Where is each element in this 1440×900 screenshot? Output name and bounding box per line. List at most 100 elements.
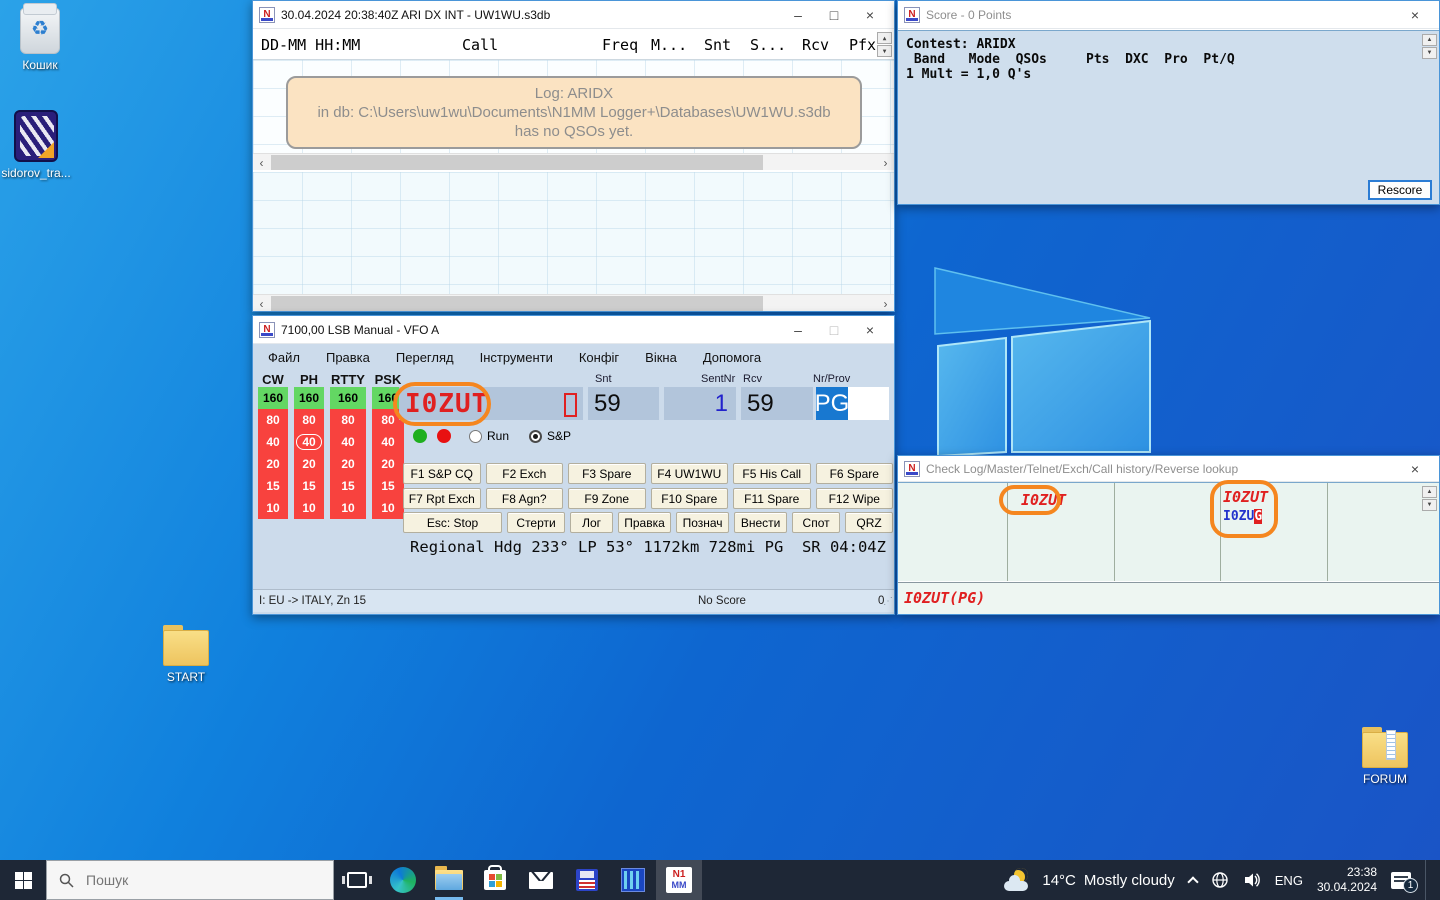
spinner-up-icon[interactable]: ▲ (877, 32, 892, 44)
band-button[interactable]: 10 (330, 497, 366, 519)
menu-help[interactable]: Допомога (703, 350, 761, 365)
notification-center-button[interactable]: 1 (1391, 872, 1411, 889)
search-input[interactable] (84, 871, 284, 889)
start-button[interactable] (0, 860, 46, 900)
menu-edit[interactable]: Правка (326, 350, 370, 365)
f4-button[interactable]: F4 UW1WU (651, 463, 729, 484)
col-pfx[interactable]: Pfx (849, 36, 876, 54)
scroll-right-icon[interactable]: › (877, 295, 894, 312)
nrprov-input[interactable]: PG (816, 387, 889, 420)
radio-checked-icon[interactable] (529, 430, 542, 443)
band-button[interactable]: 10 (294, 497, 324, 519)
band-button[interactable]: 160 (330, 387, 366, 409)
scroll-right-icon[interactable]: › (877, 154, 894, 171)
band-button[interactable]: 15 (372, 475, 404, 497)
band-button[interactable]: 80 (258, 409, 288, 431)
volume-icon[interactable] (1243, 871, 1261, 889)
band-button[interactable]: 160 (258, 387, 288, 409)
mail-button[interactable] (518, 860, 564, 900)
minimize-button[interactable]: – (780, 318, 816, 342)
n1mm-taskbar-button[interactable]: N1MM (656, 860, 702, 900)
check-partial-call[interactable]: I0ZUG (1223, 509, 1262, 524)
store-button[interactable]: Внести (734, 512, 787, 533)
desktop-icon-recycle-bin[interactable]: ♻ Кошик (2, 8, 78, 72)
col-datetime[interactable]: DD-MM HH:MM (261, 36, 360, 54)
show-desktop-button[interactable] (1425, 860, 1430, 900)
radio-unchecked-icon[interactable] (469, 430, 482, 443)
library-app-button[interactable] (610, 860, 656, 900)
clock[interactable]: 23:38 30.04.2024 (1317, 865, 1377, 895)
maximize-button[interactable]: □ (816, 3, 852, 27)
scroll-left-icon[interactable]: ‹ (253, 295, 270, 312)
edit-button[interactable]: Правка (618, 512, 671, 533)
mark-button[interactable]: Познач (676, 512, 729, 533)
wipe-button[interactable]: Стерти (507, 512, 565, 533)
network-globe-icon[interactable] (1211, 871, 1229, 889)
callsign-input[interactable]: I0ZUT (399, 387, 583, 420)
close-button[interactable]: × (1397, 458, 1433, 480)
entry-window-titlebar[interactable]: N 7100,00 LSB Manual - VFO A – □ × (253, 316, 894, 344)
check-spinner[interactable]: ▲ ▼ (1422, 486, 1437, 511)
menu-config[interactable]: Конфіг (579, 350, 619, 365)
f6-button[interactable]: F6 Spare (816, 463, 894, 484)
col-freq[interactable]: Freq (602, 36, 638, 54)
tray-overflow-chevron-icon[interactable] (1187, 876, 1198, 887)
score-spinner[interactable]: ▲ ▼ (1422, 34, 1437, 59)
snt-input[interactable]: 59 (588, 387, 659, 420)
close-button[interactable]: × (852, 318, 888, 342)
band-button-selected[interactable]: 40 (294, 431, 324, 453)
desktop-icon-forum-folder[interactable]: FORUM (1347, 732, 1423, 786)
band-button[interactable]: 160 (294, 387, 324, 409)
col-rcv[interactable]: Rcv (802, 36, 829, 54)
f10-button[interactable]: F10 Spare (651, 488, 729, 509)
resize-grip[interactable]: ⋰ (883, 596, 892, 607)
f2-button[interactable]: F2 Exch (486, 463, 564, 484)
col-call[interactable]: Call (462, 36, 498, 54)
maximize-button[interactable]: □ (816, 318, 852, 342)
band-button[interactable]: 40 (330, 431, 366, 453)
edge-button[interactable] (380, 860, 426, 900)
band-button[interactable]: 10 (372, 497, 404, 519)
band-button[interactable]: 20 (294, 453, 324, 475)
f5-button[interactable]: F5 His Call (733, 463, 811, 484)
log-window-titlebar[interactable]: N 30.04.2024 20:38:40Z ARI DX INT - UW1W… (253, 1, 894, 29)
menu-tools[interactable]: Інструменти (480, 350, 553, 365)
check-call-reverse[interactable]: I0ZUT (1223, 488, 1268, 506)
band-button[interactable]: 40 (372, 431, 404, 453)
log-button[interactable]: Лог (570, 512, 613, 533)
close-button[interactable]: × (852, 3, 888, 27)
log-hscrollbar-upper[interactable]: ‹ › (253, 153, 894, 170)
taskbar-search[interactable] (46, 860, 334, 900)
band-button[interactable]: 40 (258, 431, 288, 453)
rescore-button[interactable]: Rescore (1368, 180, 1432, 200)
spot-button[interactable]: Спот (792, 512, 840, 533)
menu-windows[interactable]: Вікна (645, 350, 677, 365)
desktop-icon-sidorov-file[interactable]: sidorov_tra... (0, 110, 74, 180)
language-indicator[interactable]: ENG (1275, 873, 1303, 888)
minimize-button[interactable]: – (780, 3, 816, 27)
band-button[interactable]: 80 (330, 409, 366, 431)
col-mode[interactable]: M... (651, 36, 687, 54)
rcv-input[interactable]: 59 (741, 387, 813, 420)
band-button[interactable]: 15 (330, 475, 366, 497)
col-snt[interactable]: Snt (704, 36, 731, 54)
store-button[interactable] (472, 860, 518, 900)
scroll-left-icon[interactable]: ‹ (253, 154, 270, 171)
spinner-down-icon[interactable]: ▼ (877, 45, 892, 57)
esc-stop-button[interactable]: Esc: Stop (403, 512, 502, 533)
band-button[interactable]: 20 (372, 453, 404, 475)
close-button[interactable]: × (1397, 3, 1433, 27)
check-call-master[interactable]: I0ZUT (1021, 491, 1066, 509)
f9-button[interactable]: F9 Zone (568, 488, 646, 509)
f8-button[interactable]: F8 Agn? (486, 488, 564, 509)
f3-button[interactable]: F3 Spare (568, 463, 646, 484)
sp-radio[interactable]: S&P (529, 429, 571, 443)
band-button[interactable]: 80 (294, 409, 324, 431)
scroll-thumb[interactable] (271, 155, 763, 170)
band-button[interactable]: 20 (330, 453, 366, 475)
col-s[interactable]: S... (750, 36, 786, 54)
f7-button[interactable]: F7 Rpt Exch (403, 488, 481, 509)
desktop-icon-start-folder[interactable]: START (148, 630, 224, 684)
f1-button[interactable]: F1 S&P CQ (403, 463, 481, 484)
log-hscrollbar-lower[interactable]: ‹ › (253, 294, 894, 311)
